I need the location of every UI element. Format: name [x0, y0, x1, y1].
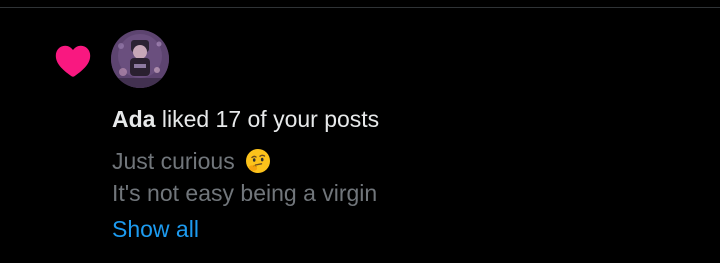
post-preview-2: It's not easy being a virgin	[112, 178, 377, 208]
notification-summary: Ada liked 17 of your posts	[112, 104, 379, 134]
heart-icon	[53, 42, 93, 78]
thinking-face-icon	[245, 148, 271, 174]
show-all-link[interactable]: Show all	[112, 214, 199, 244]
user-name[interactable]: Ada	[112, 106, 155, 132]
action-text: liked 17 of your posts	[155, 106, 380, 132]
post-preview-text: It's not easy being a virgin	[112, 180, 378, 206]
like-notification[interactable]: Ada liked 17 of your posts Just curious …	[0, 8, 720, 263]
post-preview-text: Just curious	[112, 148, 235, 174]
post-preview-1: Just curious	[112, 146, 271, 176]
avatar[interactable]	[111, 30, 169, 88]
